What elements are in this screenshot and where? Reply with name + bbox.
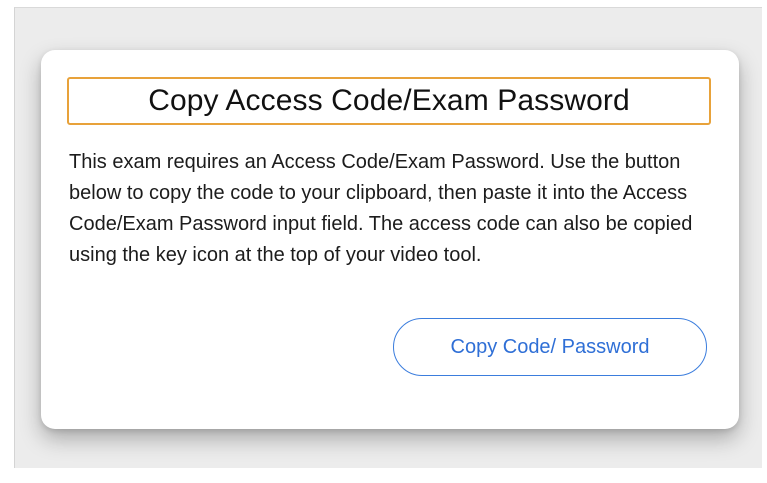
copy-button-label: Copy Code/ Password — [450, 335, 650, 358]
dialog-message: This exam requires an Access Code/Exam P… — [69, 151, 693, 266]
dialog-title-box: Copy Access Code/Exam Password — [67, 77, 711, 125]
dialog-title: Copy Access Code/Exam Password — [148, 84, 630, 117]
copy-code-password-button[interactable]: Copy Code/ Password — [393, 318, 707, 376]
